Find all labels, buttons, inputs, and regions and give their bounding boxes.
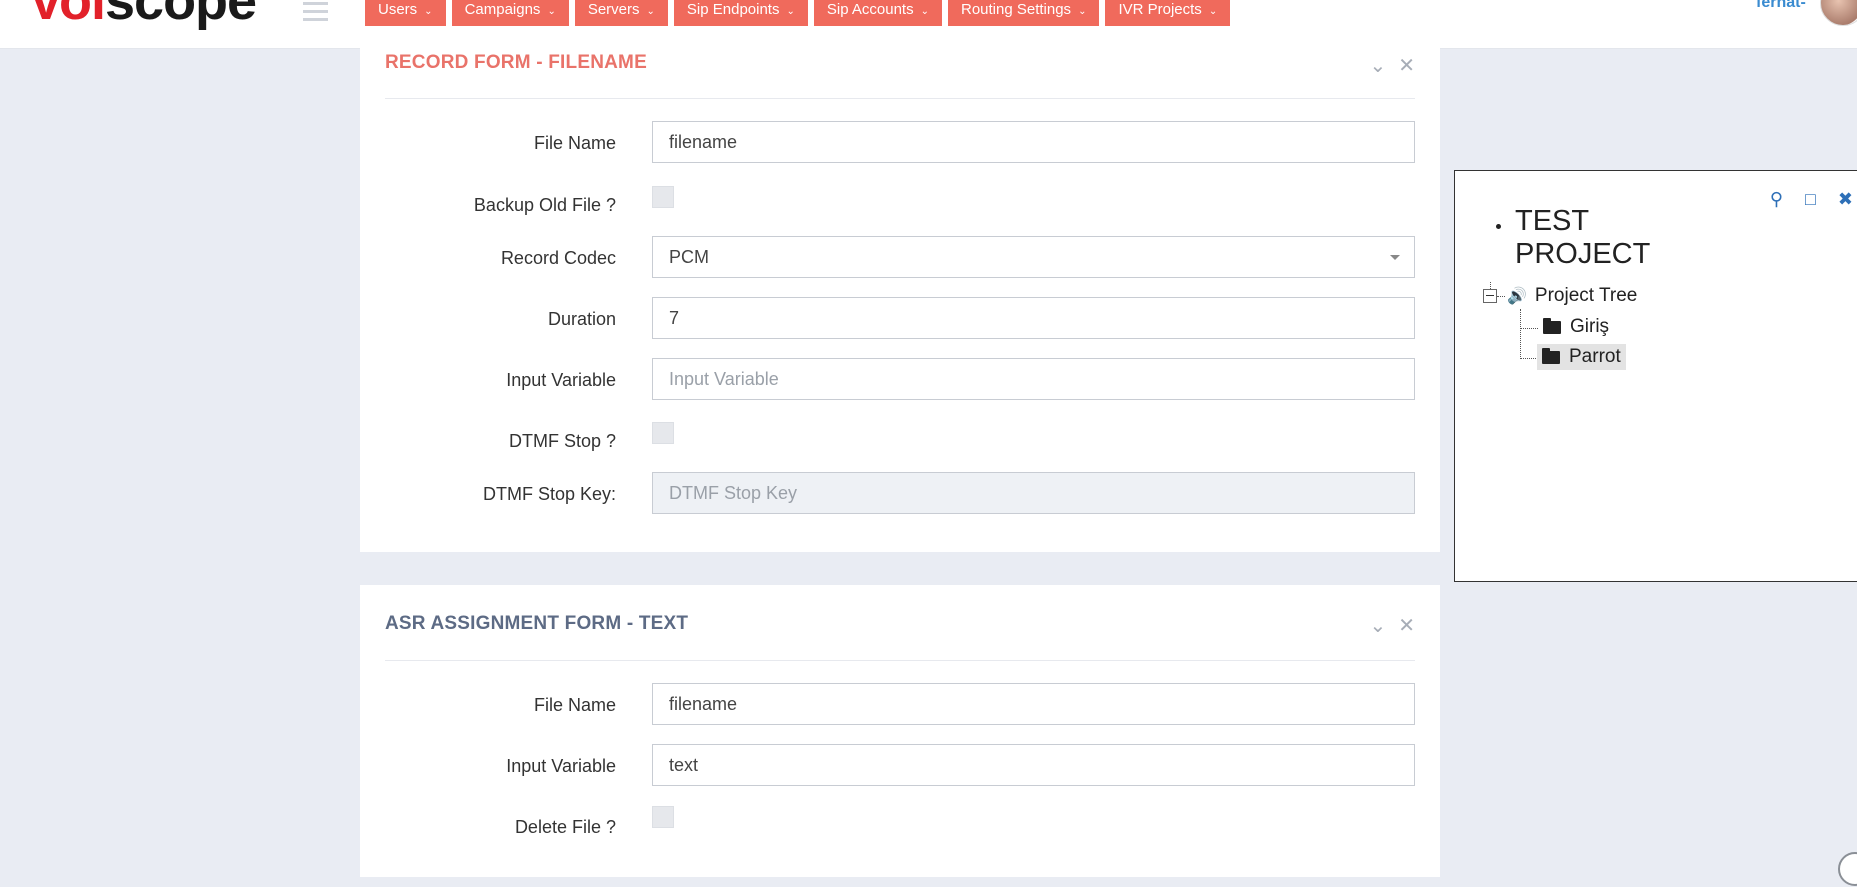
- collapse-chevron-icon[interactable]: ⌄: [1369, 53, 1386, 78]
- backup-old-file-checkbox[interactable]: [652, 186, 674, 208]
- asr-form-panel: ASR ASSIGNMENT FORM - TEXT ⌄ ✕ File Name…: [360, 585, 1440, 877]
- tree-item-parrot[interactable]: Parrot: [1537, 344, 1626, 370]
- dtmf-stop-label: DTMF Stop ?: [508, 431, 616, 451]
- input-variable-label: Input Variable: [506, 756, 616, 776]
- menu-servers[interactable]: Servers ⌄: [574, 0, 668, 26]
- tree-item-giris[interactable]: Giriş: [1543, 316, 1609, 338]
- voiscope-logo[interactable]: Voiscope: [28, 0, 257, 28]
- record-codec-label: Record Codec: [500, 248, 616, 268]
- delete-file-checkbox[interactable]: [652, 806, 674, 828]
- close-icon[interactable]: ✕: [1398, 53, 1415, 78]
- dtmf-stop-key-label: DTMF Stop Key:: [482, 484, 616, 504]
- dtmf-stop-key-input: DTMF Stop Key: [652, 472, 1415, 514]
- maximize-icon[interactable]: □: [1805, 189, 1816, 210]
- file-name-input[interactable]: filename: [652, 121, 1415, 163]
- avatar[interactable]: [1820, 0, 1857, 26]
- duration-input[interactable]: 7: [652, 297, 1415, 339]
- menu-users[interactable]: Users ⌄: [365, 0, 446, 26]
- search-icon[interactable]: ⚲: [1770, 189, 1783, 210]
- project-title: TEST PROJECT: [1515, 205, 1651, 270]
- file-name-label: File Name: [533, 695, 616, 715]
- chevron-down-icon: ⌄: [786, 6, 795, 17]
- menu-sip-accounts[interactable]: Sip Accounts ⌄: [813, 0, 942, 26]
- record-form-panel: RECORD FORM - FILENAME ⌄ ✕ File Name fil…: [360, 48, 1440, 552]
- folder-icon: [1542, 347, 1560, 364]
- chevron-down-icon: ⌄: [920, 6, 929, 17]
- dtmf-stop-checkbox[interactable]: [652, 422, 674, 444]
- menu-campaigns[interactable]: Campaigns ⌄: [451, 0, 569, 26]
- input-variable-input[interactable]: Input Variable: [652, 358, 1415, 400]
- file-name-label: File Name: [533, 133, 616, 153]
- collapse-chevron-icon[interactable]: ⌄: [1369, 613, 1386, 638]
- user-name[interactable]: ferhat-: [1756, 0, 1806, 12]
- close-icon[interactable]: ✖: [1838, 189, 1853, 210]
- scroll-to-top-button[interactable]: [1838, 852, 1857, 886]
- input-variable-label: Input Variable: [506, 370, 616, 390]
- close-icon[interactable]: ✕: [1398, 613, 1415, 638]
- top-navbar: Voiscope Users ⌄ Campaigns ⌄ Servers ⌄ Sip …: [0, 0, 1857, 49]
- dropdown-caret-icon: [1390, 255, 1400, 260]
- duration-label: Duration: [547, 309, 616, 329]
- chevron-down-icon: ⌄: [646, 6, 655, 17]
- menu-sip-endpoints[interactable]: Sip Endpoints ⌄: [673, 0, 808, 26]
- main-menu: Users ⌄ Campaigns ⌄ Servers ⌄ Sip Endpoints…: [365, 0, 1231, 26]
- hamburger-menu-icon[interactable]: [303, 2, 328, 26]
- folder-icon: [1543, 317, 1561, 334]
- chevron-down-icon: ⌄: [547, 6, 556, 17]
- volume-icon: 🔊: [1507, 288, 1527, 305]
- input-variable-input[interactable]: text: [652, 744, 1415, 786]
- list-bullet: [1496, 224, 1501, 229]
- delete-file-label: Delete File ?: [514, 817, 616, 837]
- menu-ivr-projects[interactable]: IVR Projects ⌄: [1105, 0, 1231, 26]
- backup-old-file-label: Backup Old File ?: [473, 195, 616, 215]
- menu-routing-settings[interactable]: Routing Settings ⌄: [947, 0, 1100, 26]
- collapse-tree-icon[interactable]: [1483, 289, 1497, 303]
- tree-root[interactable]: 🔊 Project Tree: [1507, 285, 1637, 307]
- record-codec-select[interactable]: PCM: [652, 236, 1415, 278]
- chevron-down-icon: ⌄: [1078, 6, 1087, 17]
- chevron-down-icon: ⌄: [1208, 6, 1218, 17]
- chevron-down-icon: ⌄: [424, 6, 433, 17]
- panel-title: RECORD FORM - FILENAME: [385, 52, 647, 73]
- file-name-input[interactable]: filename: [652, 683, 1415, 725]
- project-tree-panel: ⚲ □ ✖ TEST PROJECT 🔊 Project Tree Giriş …: [1454, 170, 1857, 582]
- panel-title: ASR ASSIGNMENT FORM - TEXT: [385, 613, 689, 634]
